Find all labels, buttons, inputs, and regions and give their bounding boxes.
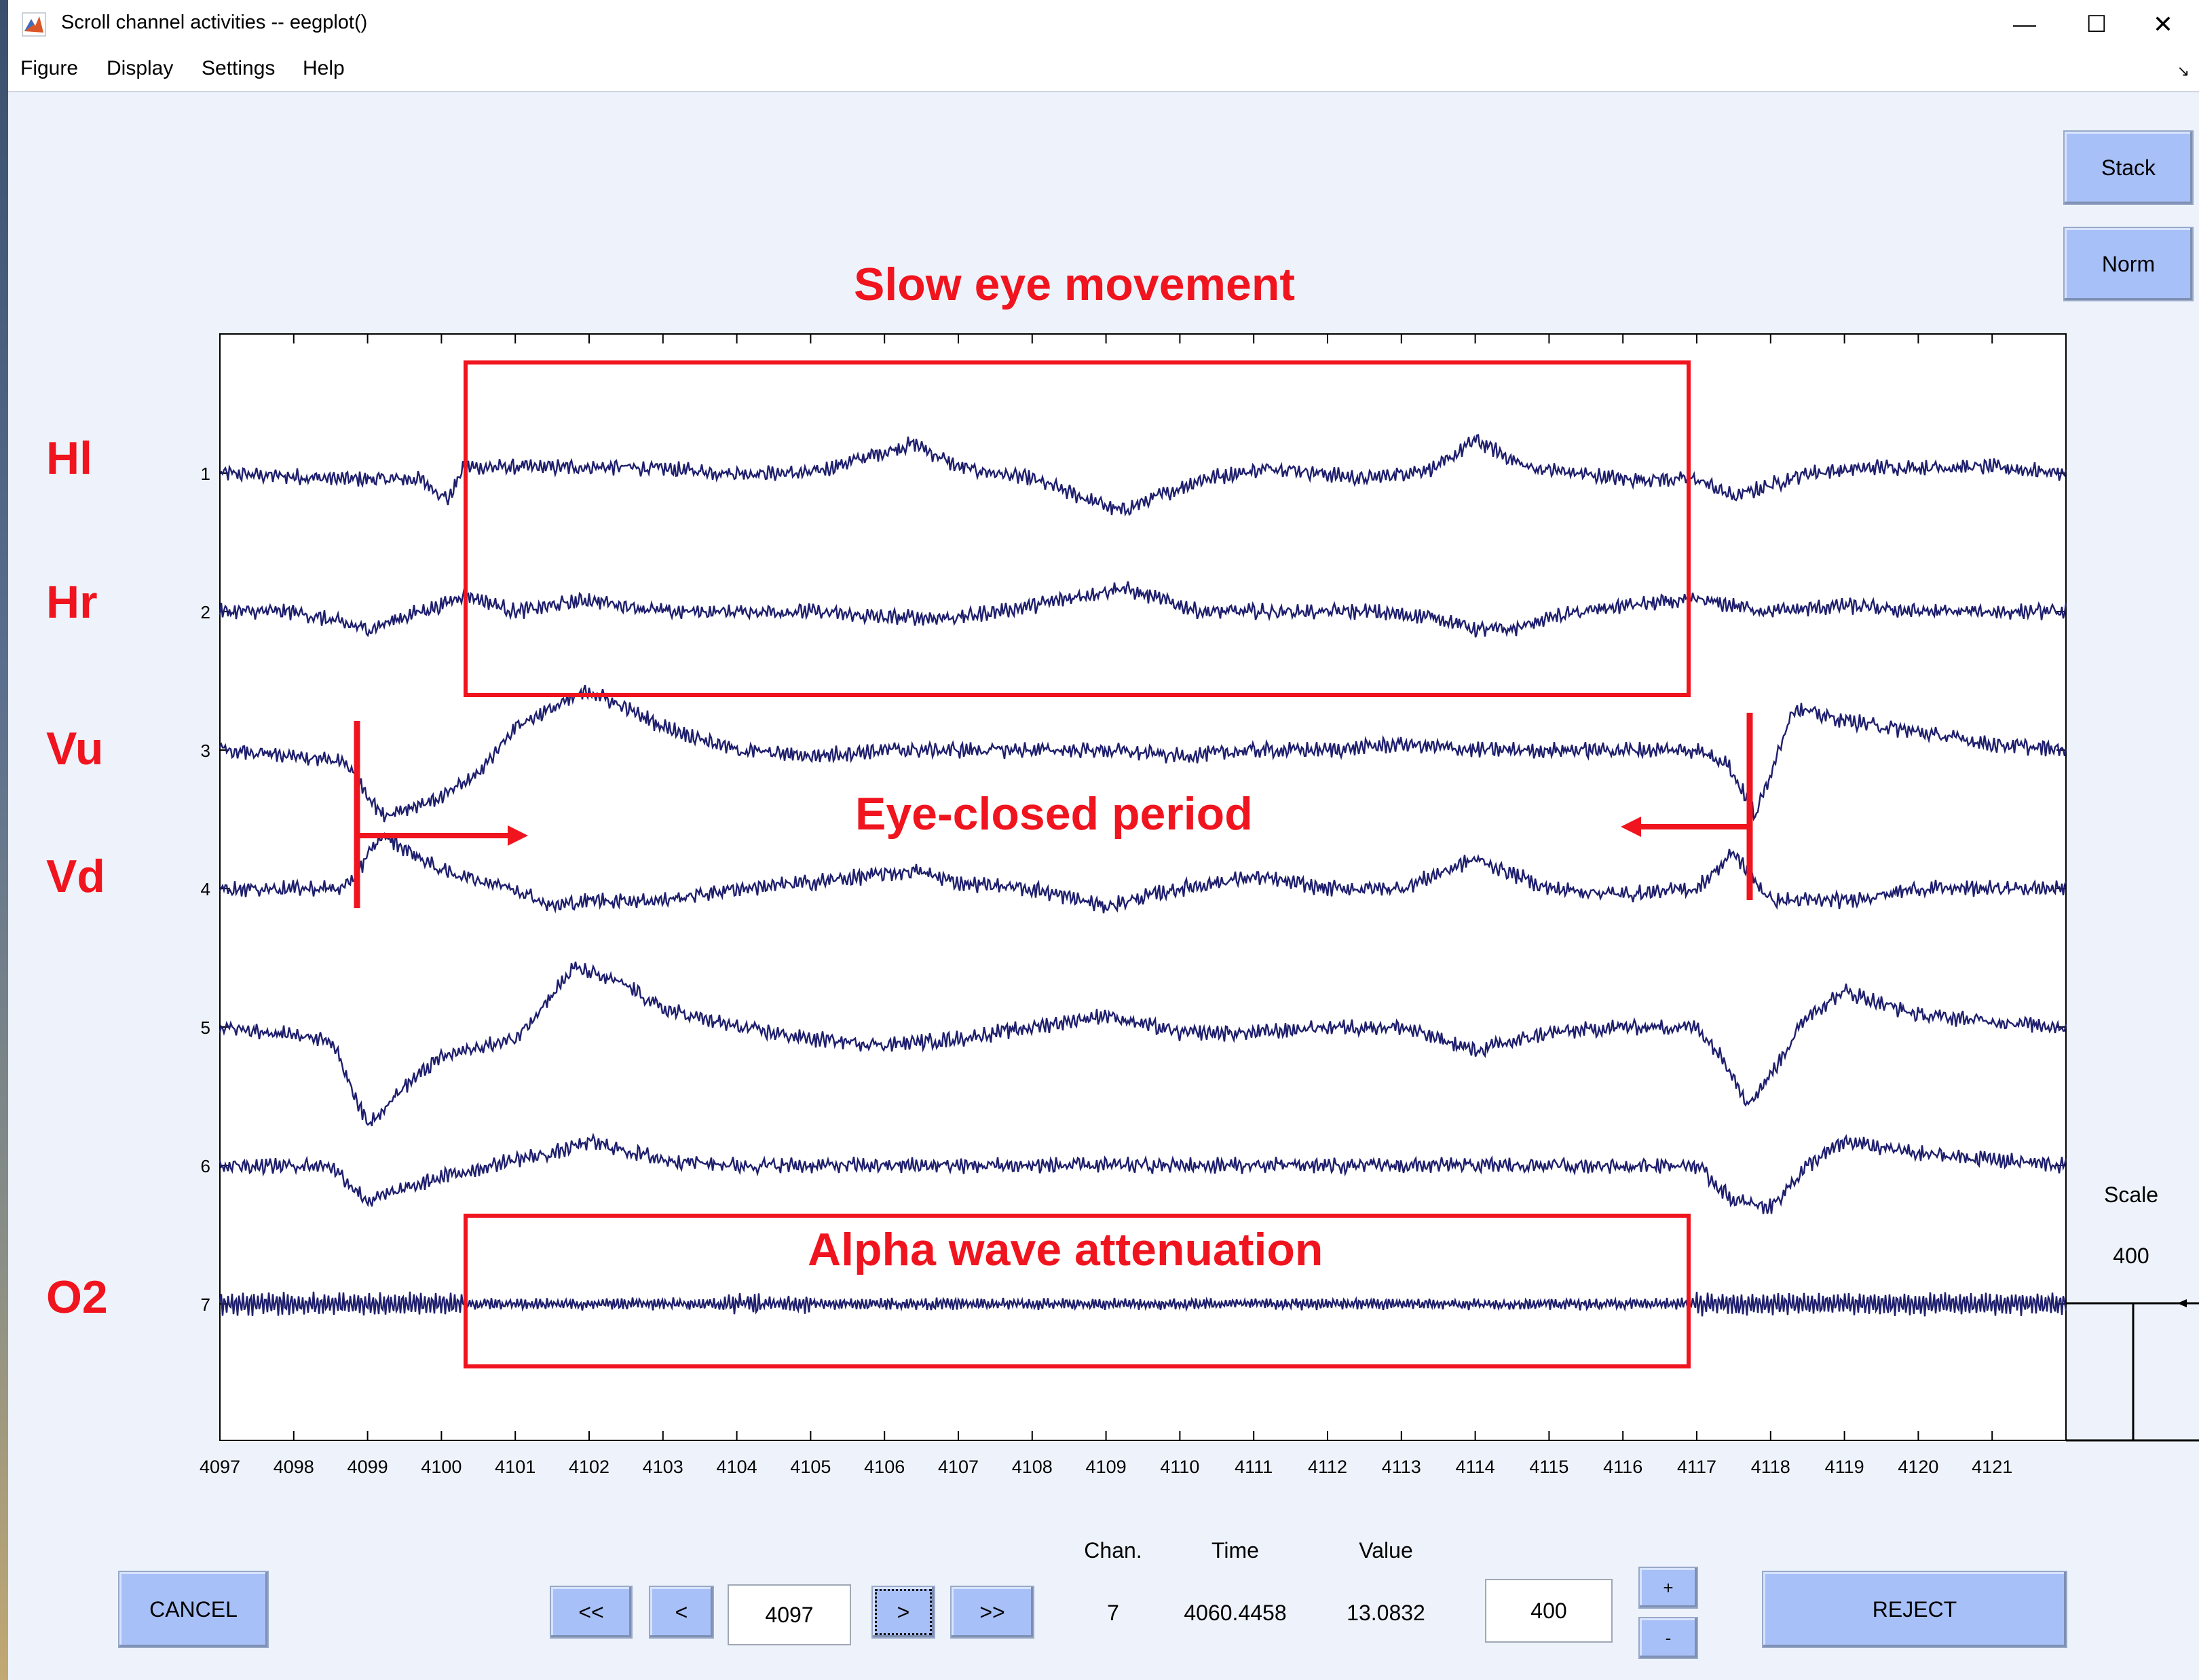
time-header: Time [1211, 1538, 1259, 1563]
stack-button[interactable]: Stack [2063, 130, 2194, 205]
x-tick-label: 4121 [1972, 1457, 2012, 1477]
x-tick-label: 4100 [421, 1457, 462, 1477]
channel-label-vd: Vd [46, 851, 105, 902]
y-tick-label: 3 [201, 741, 210, 761]
x-tick-label: 4107 [938, 1457, 979, 1477]
window-start-input[interactable]: 4097 [728, 1584, 851, 1645]
scale-input-value: 400 [1530, 1598, 1567, 1623]
channel-label-hl: Hl [46, 432, 92, 484]
x-tick-label: 4111 [1235, 1457, 1273, 1477]
x-tick-label: 4109 [1086, 1457, 1127, 1477]
x-tick-label: 4104 [717, 1457, 757, 1477]
x-tick-label: 4119 [1825, 1457, 1864, 1477]
last-page-button[interactable]: >> [950, 1586, 1034, 1639]
double-left-icon: << [578, 1599, 604, 1624]
double-right-icon: >> [979, 1599, 1005, 1624]
x-tick-label: 4120 [1898, 1457, 1938, 1477]
x-tick-label: 4099 [347, 1457, 388, 1477]
x-tick-label: 4097 [200, 1457, 240, 1477]
x-tick-label: 4113 [1382, 1457, 1421, 1477]
x-tick-label: 4116 [1603, 1457, 1642, 1477]
y-tick-label: 5 [201, 1018, 210, 1038]
scale-pointer-icon [2177, 1299, 2187, 1307]
scale-value: 400 [2113, 1244, 2149, 1268]
y-tick-label: 2 [201, 602, 210, 622]
x-tick-label: 4112 [1308, 1457, 1347, 1477]
x-tick-label: 4114 [1456, 1457, 1495, 1477]
norm-button-label: Norm [2101, 251, 2156, 276]
y-tick-label: 1 [201, 464, 210, 484]
channel-label-o2: O2 [46, 1271, 108, 1323]
cancel-button-label: CANCEL [149, 1597, 238, 1622]
slow-eye-movement-label: Slow eye movement [854, 259, 1296, 310]
x-tick-label: 4108 [1012, 1457, 1053, 1477]
y-tick-label: 4 [201, 879, 210, 899]
x-tick-label: 4115 [1529, 1457, 1568, 1477]
chan-value: 7 [1107, 1601, 1119, 1625]
scale-input[interactable]: 400 [1485, 1579, 1613, 1643]
x-tick-label: 4117 [1677, 1457, 1716, 1477]
previous-button[interactable]: < [649, 1586, 714, 1639]
reject-button[interactable]: REJECT [1762, 1571, 2067, 1648]
next-button[interactable]: > [871, 1586, 935, 1639]
eye-closed-label: Eye-closed period [855, 788, 1253, 840]
x-tick-label: 4101 [495, 1457, 535, 1477]
first-page-button[interactable]: << [550, 1586, 633, 1639]
channel-label-hr: Hr [46, 576, 98, 628]
x-tick-label: 4098 [274, 1457, 314, 1477]
value-value: 13.0832 [1347, 1601, 1425, 1625]
reject-button-label: REJECT [1872, 1597, 1957, 1622]
y-tick-label: 7 [201, 1294, 210, 1315]
scale-increase-button[interactable]: + [1638, 1567, 1698, 1609]
alpha-attenuation-label: Alpha wave attenuation [808, 1224, 1323, 1275]
plus-icon: + [1663, 1577, 1674, 1598]
x-tick-label: 4110 [1160, 1457, 1199, 1477]
right-icon: > [897, 1599, 910, 1624]
x-tick-label: 4106 [864, 1457, 905, 1477]
stack-button-label: Stack [2101, 155, 2156, 180]
x-tick-label: 4118 [1751, 1457, 1790, 1477]
window-start-value: 4097 [765, 1602, 814, 1627]
x-tick-label: 4102 [569, 1457, 609, 1477]
minus-icon: - [1665, 1627, 1672, 1648]
left-icon: < [675, 1599, 688, 1624]
cancel-button[interactable]: CANCEL [118, 1571, 269, 1648]
time-value: 4060.4458 [1184, 1601, 1287, 1625]
value-header: Value [1359, 1538, 1413, 1563]
x-tick-label: 4105 [790, 1457, 831, 1477]
channel-label-vu: Vu [46, 723, 104, 774]
scale-decrease-button[interactable]: - [1638, 1617, 1698, 1659]
norm-button[interactable]: Norm [2063, 227, 2194, 301]
scale-label: Scale [2103, 1182, 2159, 1207]
y-tick-label: 6 [201, 1156, 210, 1176]
chan-header: Chan. [1084, 1538, 1142, 1563]
x-tick-label: 4103 [643, 1457, 683, 1477]
